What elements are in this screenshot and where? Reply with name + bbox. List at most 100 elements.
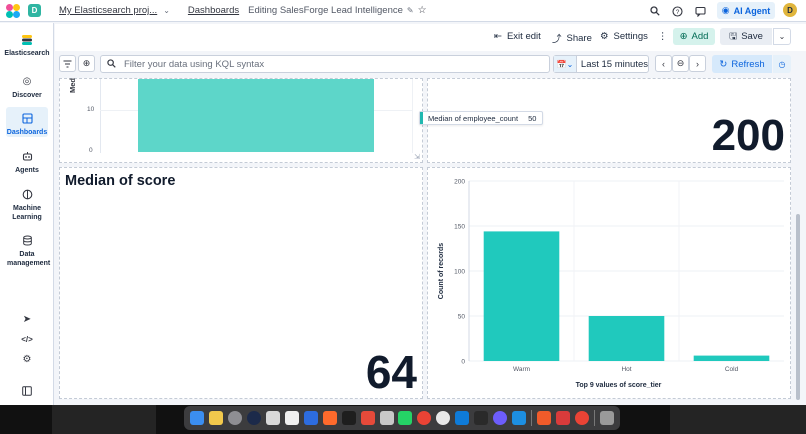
y-tick-label: 100 — [454, 269, 465, 276]
feedback-icon[interactable] — [693, 4, 707, 18]
save-button[interactable]: 🖫 Save — [720, 28, 772, 45]
page-scrollbar[interactable] — [796, 214, 800, 400]
star-icon[interactable]: ☆ — [418, 5, 427, 16]
help-icon[interactable]: ? — [670, 4, 684, 18]
chart-tooltip: Median of employee_count 50 — [419, 111, 544, 125]
exit-edit-button[interactable]: ⇤ Exit edit — [494, 31, 541, 42]
docker-icon[interactable] — [512, 411, 527, 425]
grid-line — [412, 79, 413, 153]
app-icon[interactable] — [379, 411, 394, 425]
sidebar-item-elasticsearch[interactable]: Elasticsearch — [0, 34, 54, 59]
auto-refresh-icon[interactable]: ◷ — [773, 55, 791, 73]
collapse-panel-icon[interactable] — [0, 386, 54, 398]
search-input[interactable] — [124, 58, 524, 70]
breadcrumb-project[interactable]: My Elasticsearch proj... — [59, 5, 157, 16]
save-options-chevron-icon[interactable]: ⌄ — [773, 28, 791, 45]
app-icon[interactable] — [474, 411, 489, 425]
sidebar-item-dashboards[interactable]: Dashboards — [0, 113, 54, 138]
time-range-label[interactable]: Last 15 minutes — [581, 59, 648, 70]
plus-circle-icon: ⊕ — [679, 31, 688, 42]
calendar-icon[interactable]: 📅⌄ — [554, 56, 577, 72]
gear-icon: ⚙ — [600, 31, 609, 42]
y-tick-label: 150 — [454, 224, 465, 231]
calendar-app-icon[interactable] — [284, 411, 299, 425]
side-navigation: Elasticsearch ◎ Discover Dashboards Agen… — [0, 23, 54, 405]
swift-app-icon[interactable] — [322, 411, 337, 425]
time-range-picker[interactable]: 📅⌄ Last 15 minutes — [553, 55, 649, 73]
user-avatar[interactable]: D — [783, 3, 797, 17]
kql-search-bar[interactable] — [100, 55, 550, 73]
rocket-icon[interactable]: ➤ — [0, 314, 54, 326]
x-axis-label: Top 9 values of score_tier — [576, 382, 662, 389]
elastic-logo-icon[interactable] — [6, 3, 20, 18]
zoom-out-icon[interactable]: ⊖ — [672, 55, 689, 72]
space-badge[interactable]: D — [28, 4, 41, 17]
filter-menu-icon[interactable] — [59, 55, 76, 72]
sidebar-item-agents[interactable]: Agents — [0, 151, 54, 176]
desktop-background — [670, 405, 806, 434]
chevron-down-icon[interactable]: ⌄ — [163, 6, 170, 15]
sidebar-item-discover[interactable]: ◎ Discover — [0, 76, 54, 101]
elastic-logo-icon — [21, 34, 33, 46]
sidebar-item-machine-learning[interactable]: Machine Learning — [0, 189, 54, 222]
vscode-icon[interactable] — [455, 411, 470, 425]
app-dock — [184, 406, 620, 430]
panel-title: Median of score — [65, 173, 176, 189]
settings-app-icon[interactable] — [227, 411, 242, 425]
notes-icon[interactable] — [208, 411, 223, 425]
x-tick-label: Warm — [513, 366, 530, 373]
ai-agent-button[interactable]: ◉ AI Agent — [717, 2, 775, 19]
gear-icon[interactable]: ⚙ — [0, 354, 54, 366]
y-tick-label: 200 — [454, 179, 465, 186]
time-back-chevron-icon[interactable]: ‹ — [655, 55, 672, 72]
settings-button[interactable]: ⚙ Settings — [600, 31, 648, 42]
y-axis-line — [100, 79, 101, 153]
more-options-icon[interactable]: ⋮ — [658, 31, 668, 42]
share-icon: ⤴ — [552, 34, 562, 45]
add-filter-icon[interactable]: ⊕ — [78, 55, 95, 72]
ml-icon — [21, 189, 33, 201]
compass-app-icon[interactable] — [246, 411, 261, 425]
office-app-icon[interactable] — [360, 411, 375, 425]
whatsapp-icon[interactable] — [398, 411, 413, 425]
sidebar-item-data-management[interactable]: Data management — [0, 235, 54, 268]
chart-bar[interactable] — [138, 79, 374, 152]
trash-icon[interactable] — [599, 411, 614, 425]
search-icon — [107, 58, 116, 70]
chart-bar[interactable] — [588, 316, 665, 361]
zoom-app-icon[interactable] — [303, 411, 318, 425]
share-button[interactable]: ⤴ Share — [552, 31, 592, 46]
pencil-icon[interactable]: ✎ — [407, 6, 414, 15]
ai-agent-icon: ◉ — [721, 5, 730, 15]
tooltip-color-swatch — [420, 112, 423, 124]
chrome-icon[interactable] — [575, 411, 590, 425]
x-tick-label: Hot — [621, 366, 631, 373]
photos-app-icon[interactable] — [265, 411, 280, 425]
save-icon: 🖫 — [729, 30, 738, 42]
y-axis-label: Count of records — [438, 243, 445, 299]
chrome-icon[interactable] — [417, 411, 432, 425]
openai-icon[interactable] — [436, 411, 451, 425]
resize-handle-icon[interactable]: ⇲ — [414, 153, 420, 161]
code-icon[interactable]: </> — [0, 334, 54, 346]
app-icon[interactable] — [556, 411, 571, 425]
tooltip-value: 50 — [528, 113, 537, 123]
panel-median-of-score[interactable]: Median of score 64 — [59, 167, 423, 399]
terminal-app-icon[interactable] — [341, 411, 356, 425]
time-forward-chevron-icon[interactable]: › — [689, 55, 706, 72]
panel-employee-bar-chart[interactable]: Med 10 0 ⇲ — [59, 78, 423, 163]
exit-icon: ⇤ — [494, 31, 502, 42]
finder-icon[interactable] — [190, 411, 204, 425]
breadcrumb-dashboards[interactable]: Dashboards — [188, 5, 239, 16]
add-panel-button[interactable]: ⊕ Add — [673, 28, 715, 45]
dashboard-icon — [21, 113, 33, 125]
search-icon[interactable] — [648, 4, 662, 18]
chart-bar[interactable] — [483, 231, 560, 361]
chart-bar[interactable] — [693, 355, 770, 361]
panel-score-tier-bar-chart[interactable]: 0 50 100 150 200 Warm Hot Cold Top 9 values of s… — [427, 167, 791, 399]
app-icon[interactable] — [493, 411, 508, 425]
app-icon[interactable] — [537, 411, 552, 425]
refresh-button[interactable]: ↻ Refresh — [712, 55, 772, 73]
svg-text:?: ? — [675, 9, 679, 16]
dock-separator — [531, 410, 533, 426]
